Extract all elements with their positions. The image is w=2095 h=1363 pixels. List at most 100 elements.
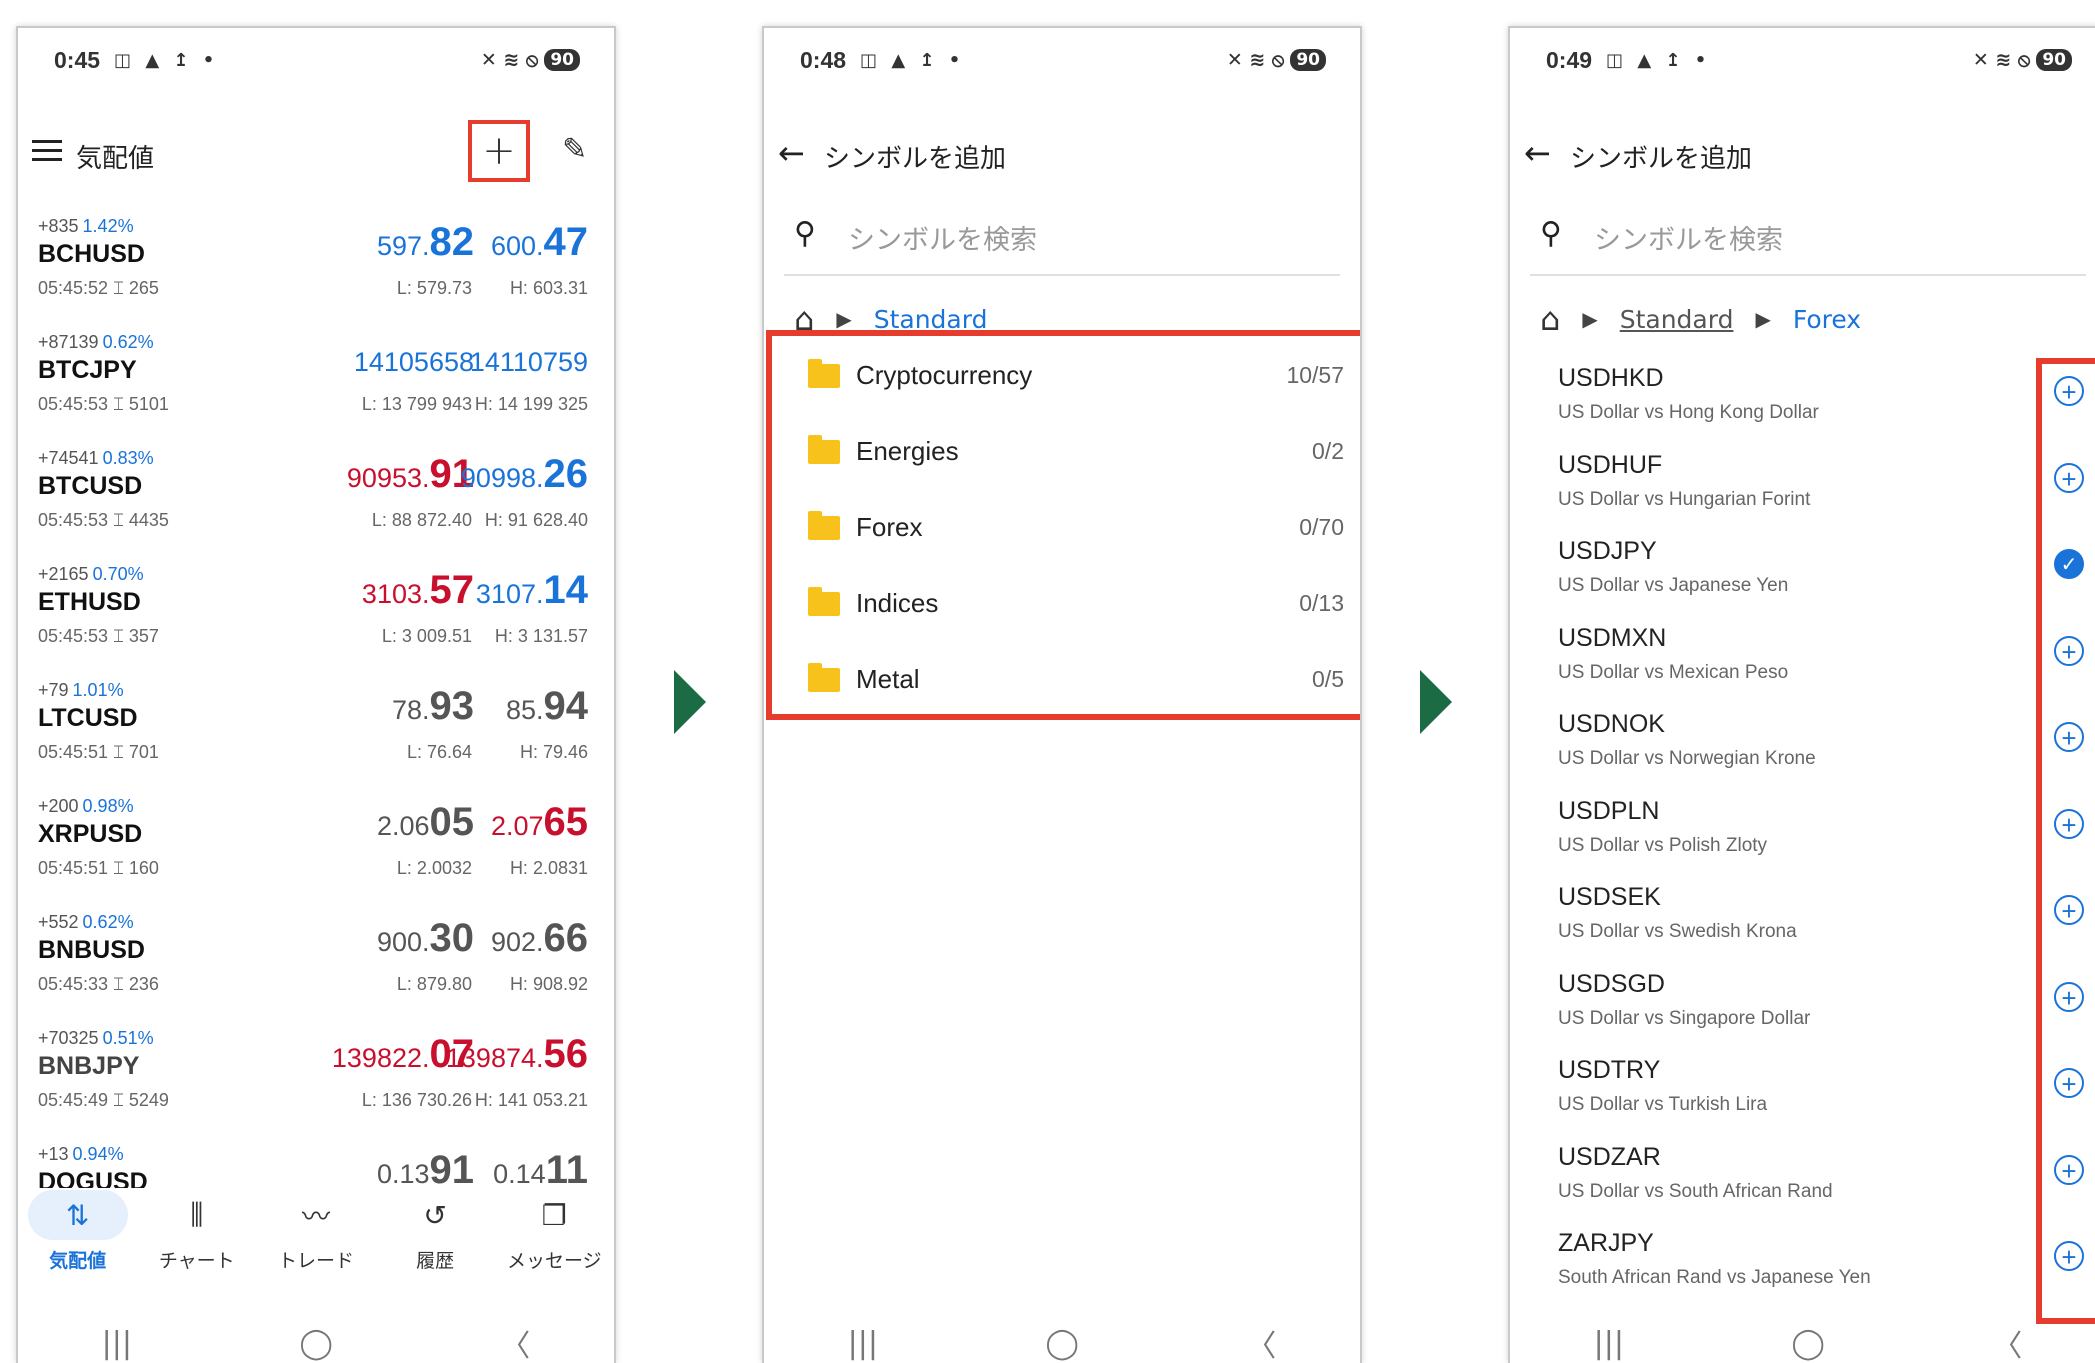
folder-item[interactable]: Energies 0/2 — [772, 412, 1360, 488]
quote-ask-main: 0.14 — [493, 1159, 546, 1188]
quote-bid-pips: 30 — [429, 916, 475, 960]
symbol-row[interactable]: USDPLN US Dollar vs Polish Zloty + — [1510, 791, 2095, 878]
folder-count: 0/70 — [1299, 514, 1344, 540]
symbol-search[interactable]: ⚲ シンボルを検索 — [1530, 198, 2086, 276]
status-time: 0:45 — [54, 46, 101, 73]
recents-button[interactable]: ||| — [1594, 1326, 1624, 1361]
quote-change-points: +835 — [38, 216, 79, 236]
quote-symbol: BNBUSD — [38, 936, 145, 964]
menu-icon[interactable] — [32, 140, 62, 167]
folder-count: 0/13 — [1299, 590, 1344, 616]
search-input[interactable]: シンボルを検索 — [848, 218, 1037, 257]
quote-ask-price: 139874.56 — [446, 1032, 588, 1077]
quote-low: L: 879.80 — [396, 974, 472, 994]
quote-row[interactable]: +2165 0.70% ETHUSD 05:45:53 ⌶ 357 3103.57 310… — [18, 556, 614, 672]
quote-ask-pips: 11 — [545, 1148, 588, 1188]
quote-bid-price: 900.30 — [377, 916, 474, 961]
folder-item[interactable]: Metal 0/5 — [772, 640, 1360, 716]
quote-symbol: XRPUSD — [38, 820, 143, 848]
home-button[interactable]: ◯ — [299, 1326, 333, 1361]
quote-ask-price: 600.47 — [491, 220, 588, 265]
back-button[interactable]: 〈 — [500, 1321, 530, 1363]
quote-row[interactable]: +200 0.98% XRPUSD 05:45:51 ⌶ 160 2.0605 2.076… — [18, 788, 614, 904]
tab-label: チャート — [158, 1250, 235, 1272]
quote-high: H: 79.46 — [519, 742, 588, 762]
quote-row[interactable]: +74541 0.83% BTCUSD 05:45:53 ⌶ 4435 90953.91… — [18, 440, 614, 556]
back-arrow-icon[interactable]: ← — [1524, 134, 1551, 172]
quote-bid-pips: 93 — [429, 684, 475, 728]
step-arrow-icon — [1420, 670, 1452, 734]
quote-change-points: +200 — [38, 796, 79, 816]
search-input[interactable]: シンボルを検索 — [1594, 218, 1783, 257]
symbol-row[interactable]: USDZAR US Dollar vs South African Rand + — [1510, 1137, 2095, 1224]
tab-history[interactable]: ↺ 履歴 — [380, 1190, 490, 1300]
quote-row[interactable]: +835 1.42% BCHUSD 05:45:52 ⌶ 265 597.82 600.4… — [18, 208, 614, 324]
folder-name: Energies — [856, 436, 959, 466]
symbol-row[interactable]: USDMXN US Dollar vs Mexican Peso + — [1510, 618, 2095, 705]
mute-wifi-icon: ✕ ≋ ⦸ — [480, 49, 539, 71]
page-title: シンボルを追加 — [824, 144, 1007, 174]
symbol-row[interactable]: USDNOK US Dollar vs Norwegian Krone + — [1510, 704, 2095, 791]
quotes-list[interactable]: +835 1.42% BCHUSD 05:45:52 ⌶ 265 597.82 600.4… — [18, 208, 614, 1188]
status-time: 0:49 — [1546, 46, 1593, 73]
back-button[interactable]: 〈 — [1992, 1321, 2022, 1363]
symbol-row[interactable]: USDTRY US Dollar vs Turkish Lira + — [1510, 1050, 2095, 1137]
folder-item[interactable]: Forex 0/70 — [772, 488, 1360, 564]
messages-icon: ❐ — [541, 1198, 567, 1232]
symbol-row[interactable]: USDSGD US Dollar vs Singapore Dollar + — [1510, 964, 2095, 1051]
quote-symbol: ETHUSD — [38, 588, 141, 616]
folder-item[interactable]: Cryptocurrency 10/57 — [772, 336, 1360, 412]
tab-chart[interactable]: ⫼ チャート — [142, 1190, 252, 1300]
tab-quotes[interactable]: ⇅ 気配値 — [23, 1190, 133, 1300]
symbol-description: US Dollar vs South African Rand — [1558, 1180, 1833, 1202]
breadcrumb-forex[interactable]: Forex — [1793, 305, 1861, 334]
symbol-row[interactable]: ZARJPY South African Rand vs Japanese Yen… — [1510, 1223, 2095, 1310]
symbol-name: USDTRY — [1558, 1056, 1661, 1084]
quote-change: +13 0.94% — [38, 1144, 124, 1165]
symbol-row[interactable]: USDHKD US Dollar vs Hong Kong Dollar + — [1510, 358, 2095, 445]
quote-high: H: 91 628.40 — [484, 510, 588, 530]
page-title: 気配値 — [76, 144, 155, 174]
symbol-search[interactable]: ⚲ シンボルを検索 — [784, 198, 1340, 276]
symbol-row[interactable]: USDHUF US Dollar vs Hungarian Forint + — [1510, 445, 2095, 532]
quote-bid-main: 2.06 — [376, 811, 430, 841]
back-button[interactable]: 〈 — [1246, 1321, 1276, 1363]
add-symbol-button[interactable]: + — [468, 120, 530, 182]
quote-low: L: 136 730.26 — [361, 1090, 472, 1110]
symbol-row[interactable]: USDJPY US Dollar vs Japanese Yen ✓ — [1510, 531, 2095, 618]
symbol-description: US Dollar vs Hungarian Forint — [1558, 488, 1811, 510]
quote-symbol: BNBJPY — [38, 1052, 140, 1080]
home-button[interactable]: ◯ — [1791, 1326, 1825, 1361]
symbol-description: US Dollar vs Japanese Yen — [1558, 575, 1789, 596]
battery-icon: 90 — [2036, 49, 2072, 71]
quote-time-spread: 05:45:51 ⌶ 160 — [38, 858, 159, 878]
mute-wifi-icon: ✕ ≋ ⦸ — [1226, 49, 1285, 71]
candlestick-icon: ⫼ — [190, 1198, 204, 1231]
back-arrow-icon[interactable]: ← — [778, 134, 805, 172]
quote-row[interactable]: +552 0.62% BNBUSD 05:45:33 ⌶ 236 900.30 902.6… — [18, 904, 614, 1020]
quote-row[interactable]: +79 1.01% LTCUSD 05:45:51 ⌶ 701 78.93 85.94 L:… — [18, 672, 614, 788]
recents-button[interactable]: ||| — [102, 1326, 132, 1361]
tab-messages[interactable]: ❐ メッセージ — [499, 1190, 609, 1300]
edit-icon[interactable]: ✎ — [562, 132, 587, 167]
quote-low: L: 579.73 — [396, 278, 472, 298]
quote-row[interactable]: +87139 0.62% BTCJPY 05:45:53 ⌶ 5101 14105658… — [18, 324, 614, 440]
recents-button[interactable]: ||| — [848, 1326, 878, 1361]
folder-item[interactable]: Indices 0/13 — [772, 564, 1360, 640]
quote-row[interactable]: +13 0.94% DOGUSD 0.1391 0.1411 — [18, 1136, 614, 1188]
quote-low: L: 3 009.51 — [381, 626, 472, 646]
status-time: 0:48 — [800, 46, 847, 73]
breadcrumb-standard[interactable]: Standard — [1620, 305, 1734, 334]
quote-high: H: 603.31 — [509, 278, 588, 298]
symbol-name: USDHUF — [1558, 450, 1663, 479]
quote-change-points: +87139 — [38, 332, 99, 352]
home-icon[interactable]: ⌂ — [1540, 300, 1560, 338]
quote-change-points: +13 — [38, 1144, 69, 1164]
quote-change-percent: 0.70% — [92, 564, 144, 584]
home-button[interactable]: ◯ — [1045, 1326, 1079, 1361]
tab-trade[interactable]: 〰トレード — [261, 1190, 371, 1300]
quote-row[interactable]: +70325 0.51% BNBJPY 05:45:49 ⌶ 5249 139822. 0… — [18, 1020, 614, 1136]
symbol-row[interactable]: USDSEK US Dollar vs Swedish Krona + — [1510, 877, 2095, 964]
quote-ask-pips: 47 — [543, 220, 589, 264]
notification-icons: ◫ ▲ ↥ • — [1606, 49, 1711, 71]
